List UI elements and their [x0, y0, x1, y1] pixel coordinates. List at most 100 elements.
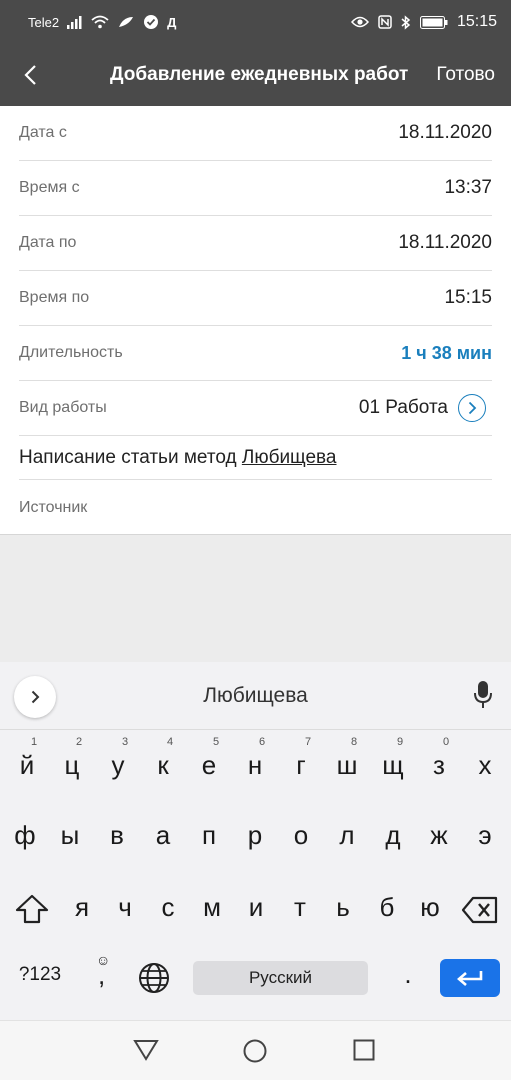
shield-check-icon	[143, 14, 159, 30]
key-row2-4[interactable]: п	[191, 820, 227, 851]
key-row2-9[interactable]: ж	[421, 820, 457, 851]
chevron-right-icon	[31, 690, 40, 704]
key-label: л	[339, 820, 355, 850]
time-from-row[interactable]: Время с 13:37	[19, 161, 492, 216]
bluetooth-icon	[401, 14, 411, 30]
signal-icon	[67, 15, 83, 29]
chevron-right-icon	[468, 401, 477, 415]
key-label: ь	[336, 892, 350, 922]
key-number-hint: 2	[76, 736, 83, 748]
expand-toolbar-button[interactable]	[14, 676, 56, 718]
key-label: ф	[14, 820, 36, 850]
key-row2-1[interactable]: ы	[52, 820, 88, 851]
key-row1-9[interactable]: з0	[421, 736, 457, 781]
date-to-row[interactable]: Дата по 18.11.2020	[19, 216, 492, 271]
symbols-key[interactable]: ?123	[12, 964, 68, 986]
source-label: Источник	[19, 499, 88, 516]
shift-arrow-icon	[15, 894, 49, 924]
shift-key[interactable]	[14, 894, 50, 931]
key-row1-4[interactable]: е5	[191, 736, 227, 781]
work-type-select-button[interactable]	[458, 394, 486, 422]
key-label: ж	[430, 820, 448, 850]
backspace-icon	[461, 896, 498, 924]
key-row3-3[interactable]: м	[194, 892, 230, 923]
key-row2-7[interactable]: л	[329, 820, 365, 851]
key-row1-2[interactable]: у3	[100, 736, 136, 781]
key-row2-3[interactable]: а	[145, 820, 181, 851]
key-row2-5[interactable]: р	[237, 820, 273, 851]
key-label: к	[157, 750, 169, 780]
key-row1-8[interactable]: щ9	[375, 736, 411, 781]
work-type-label: Вид работы	[19, 399, 107, 416]
enter-key[interactable]	[440, 959, 500, 997]
duration-row: Длительность 1 ч 38 мин	[19, 326, 492, 381]
key-label: у	[111, 750, 125, 780]
enter-icon	[457, 971, 483, 986]
key-row2-10[interactable]: э	[467, 820, 503, 851]
key-label: ш	[336, 750, 358, 780]
key-row3-5[interactable]: т	[282, 892, 318, 923]
key-row1-6[interactable]: г7	[283, 736, 319, 781]
date-from-value: 18.11.2020	[398, 122, 492, 143]
time-to-value: 15:15	[444, 287, 492, 308]
key-label: ю	[420, 892, 440, 922]
suggestion-word[interactable]: Любищева	[0, 684, 511, 708]
date-from-row[interactable]: Дата с 18.11.2020	[19, 106, 492, 161]
key-label: г	[296, 750, 306, 780]
time-to-row[interactable]: Время по 15:15	[19, 271, 492, 326]
key-row3-6[interactable]: ь	[325, 892, 361, 923]
emoji-comma-key[interactable]: ☺ ,	[86, 952, 120, 992]
source-input[interactable]: Источник	[19, 480, 492, 536]
key-row2-2[interactable]: в	[99, 820, 135, 851]
key-row3-8[interactable]: ю	[412, 892, 448, 923]
key-label: п	[201, 820, 217, 850]
key-label: д	[385, 820, 401, 850]
back-button[interactable]	[0, 44, 60, 106]
key-label: е	[201, 750, 217, 780]
period-key[interactable]: .	[393, 959, 423, 990]
recents-square-icon[interactable]	[353, 1039, 375, 1066]
key-label: а	[155, 820, 171, 850]
key-row3-1[interactable]: ч	[107, 892, 143, 923]
key-row3-2[interactable]: с	[150, 892, 186, 923]
language-globe-key[interactable]	[137, 962, 171, 1001]
key-row1-5[interactable]: н6	[237, 736, 273, 781]
home-circle-icon[interactable]	[243, 1039, 267, 1068]
done-button[interactable]: Готово	[436, 64, 511, 86]
backspace-key[interactable]	[460, 896, 500, 931]
soft-keyboard: Любищева й1ц2у3к4е5н6г7ш8щ9з0хфывапролдж…	[0, 662, 511, 1020]
nfc-icon	[378, 15, 392, 29]
key-number-hint: 1	[31, 736, 38, 748]
eye-icon	[350, 16, 369, 28]
work-type-value: 01 Работа	[358, 397, 448, 418]
description-text: Написание статьи метод Любищева	[19, 447, 337, 469]
work-type-row[interactable]: Вид работы 01 Работа	[19, 381, 492, 436]
key-row1-1[interactable]: ц2	[54, 736, 90, 781]
key-label: э	[478, 820, 492, 850]
microphone-icon[interactable]	[473, 680, 493, 715]
key-label: с	[161, 892, 175, 922]
key-row2-0[interactable]: ф	[7, 820, 43, 851]
space-key[interactable]: Русский	[193, 961, 368, 995]
key-row1-7[interactable]: ш8	[329, 736, 365, 781]
key-label: и	[248, 892, 264, 922]
key-row2-8[interactable]: д	[375, 820, 411, 851]
key-label: щ	[382, 750, 404, 780]
key-row1-0[interactable]: й1	[9, 736, 45, 781]
key-row1-3[interactable]: к4	[145, 736, 181, 781]
key-label: ч	[118, 892, 132, 922]
key-row1-10[interactable]: х	[467, 750, 503, 781]
status-bar: Tele2 Д 15:15	[0, 0, 511, 44]
key-row2-6[interactable]: о	[283, 820, 319, 851]
key-row3-7[interactable]: б	[369, 892, 405, 923]
time-to-label: Время по	[19, 289, 90, 306]
key-row3-0[interactable]: я	[64, 892, 100, 923]
key-number-hint: 0	[443, 736, 450, 748]
key-label: б	[379, 892, 395, 922]
key-number-hint: 9	[397, 736, 404, 748]
daily-work-form: Дата с 18.11.2020 Время с 13:37 Дата по …	[0, 106, 511, 535]
key-row3-4[interactable]: и	[238, 892, 274, 923]
back-triangle-icon[interactable]	[133, 1039, 159, 1066]
description-input[interactable]: Написание статьи метод Любищева	[19, 436, 492, 480]
description-current-word: Любищева	[241, 446, 337, 468]
